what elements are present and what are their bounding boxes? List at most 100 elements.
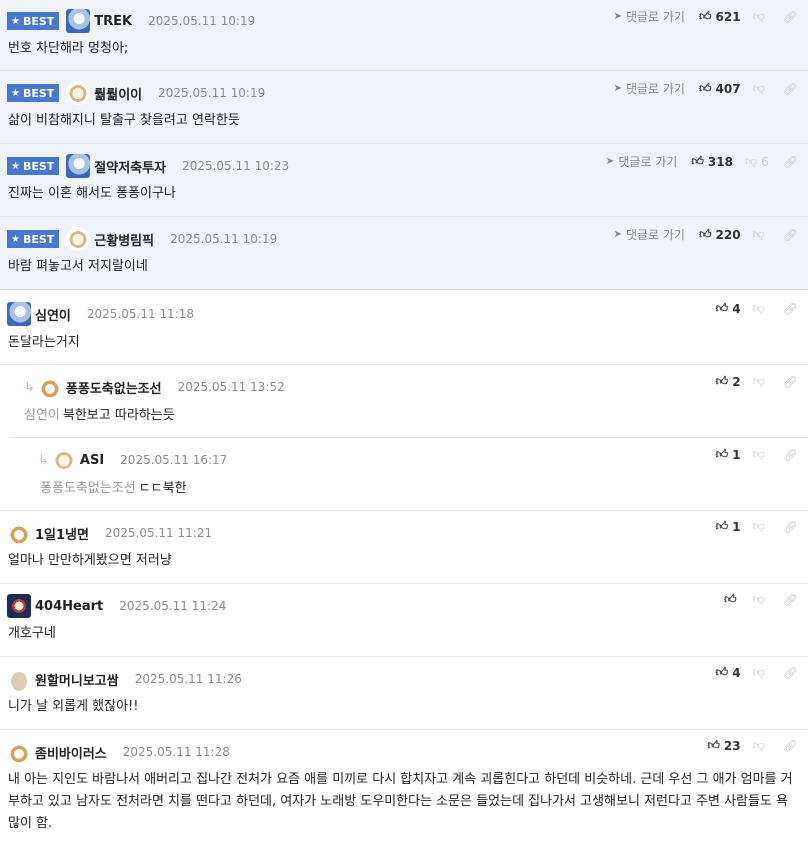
- goto-comment-link[interactable]: ➤ 댓글로 가기: [614, 8, 685, 25]
- avatar[interactable]: [7, 302, 31, 326]
- downvote-button[interactable]: 👎︎: [753, 81, 769, 96]
- link-icon[interactable]: 🔗︎: [783, 739, 798, 753]
- thumbs-up-icon: 👍︎: [715, 665, 729, 679]
- upvote-count: 4: [732, 665, 741, 680]
- best-comment: ★ BEST 근황병림픽 2025.05.11 10:19 바람 펴놓고서 저지랄…: [0, 217, 808, 289]
- avatar[interactable]: [66, 81, 91, 105]
- send-arrow-icon: ➤: [613, 83, 622, 94]
- goto-comment-link[interactable]: ➤ 댓글로 가기: [614, 80, 685, 97]
- thumbs-up-icon: 👍︎: [707, 738, 720, 752]
- upvote-button[interactable]: 👍︎ 1: [716, 447, 741, 462]
- comment-text: 얼마나 만만하게봤으면 저러냥: [8, 553, 172, 568]
- nickname[interactable]: ASI: [80, 453, 104, 468]
- avatar[interactable]: [66, 154, 91, 178]
- nickname[interactable]: 퐁퐁도축없는조선: [66, 378, 162, 397]
- nickname[interactable]: 404Heart: [35, 599, 103, 614]
- comment-date: 2025.05.11 11:26: [134, 672, 242, 686]
- upvote-button[interactable]: 👍︎ 4: [716, 301, 741, 316]
- send-arrow-icon: ➤: [613, 11, 622, 22]
- upvote-button[interactable]: 👍︎ 23: [707, 738, 740, 753]
- downvote-button[interactable]: 👎︎: [753, 738, 769, 753]
- nickname[interactable]: 심연이: [35, 305, 71, 324]
- link-icon[interactable]: 🔗︎: [783, 82, 798, 96]
- mention[interactable]: 심연이: [24, 408, 60, 423]
- star-icon: ★: [11, 233, 20, 245]
- upvote-button[interactable]: 👍︎ 2: [716, 374, 741, 389]
- avatar[interactable]: [51, 448, 76, 472]
- upvote-button[interactable]: 👍︎ 220: [699, 227, 741, 242]
- goto-comment-link[interactable]: ➤ 댓글로 가기: [614, 226, 685, 243]
- downvote-button[interactable]: 👎︎: [753, 227, 769, 242]
- avatar[interactable]: [7, 521, 31, 545]
- link-icon[interactable]: 🔗︎: [783, 375, 798, 389]
- link-icon[interactable]: 🔗︎: [783, 448, 798, 462]
- downvote-button[interactable]: 👎︎: [753, 301, 769, 316]
- avatar[interactable]: [7, 594, 31, 618]
- upvote-button[interactable]: 👍︎ 1: [716, 519, 741, 534]
- comment-text: 삶이 비참해지니 탈출구 찾을려고 연락한듯: [8, 113, 240, 128]
- downvote-button[interactable]: 👎︎: [753, 519, 769, 534]
- link-icon[interactable]: 🔗︎: [783, 10, 798, 24]
- upvote-button[interactable]: 👍︎ 4: [716, 665, 741, 680]
- downvote-button[interactable]: 👎︎: [753, 447, 769, 462]
- mention[interactable]: 퐁퐁도축없는조선: [40, 481, 136, 496]
- goto-label: 댓글로 가기: [625, 82, 685, 96]
- upvote-button[interactable]: 👍︎ 407: [699, 81, 741, 96]
- goto-comment-link[interactable]: ➤ 댓글로 가기: [606, 153, 677, 170]
- best-comment: ★ BEST TREK 2025.05.11 10:19 번호 차단해라 멍청아;…: [0, 0, 808, 71]
- comment-date: 2025.05.11 10:19: [148, 14, 256, 28]
- downvote-button[interactable]: 👎︎: [753, 665, 769, 680]
- comment-text: ㄷㄷ북한: [138, 481, 187, 496]
- comment-text: 진짜는 이혼 해서도 퐁퐁이구나: [8, 186, 176, 201]
- downvote-button[interactable]: 👎︎ 6: [745, 154, 769, 169]
- star-icon: ★: [11, 15, 20, 27]
- reply-arrow-icon: ↳: [38, 452, 49, 468]
- comment-tools: ➤ 댓글로 가기 👍︎ 407 👎︎ 🔗︎: [614, 80, 798, 97]
- downvote-button[interactable]: 👎︎: [753, 592, 769, 607]
- best-badge: ★ BEST: [7, 230, 60, 248]
- nickname[interactable]: 근황병림픽: [94, 230, 154, 249]
- comment-tools: 👍︎ 4 👎︎ 🔗︎: [716, 301, 798, 316]
- avatar[interactable]: [66, 9, 91, 33]
- avatar[interactable]: [37, 375, 62, 399]
- comment-header: ↳ 퐁퐁도축없는조선 2025.05.11 13:52: [24, 375, 285, 399]
- upvote-button[interactable]: 👍︎ 621: [699, 9, 741, 24]
- upvote-count: 220: [715, 227, 741, 242]
- comment: 심연이 2025.05.11 11:18 돈달라는거지 👍︎ 4 👎︎ 🔗︎: [0, 291, 808, 365]
- link-icon[interactable]: 🔗︎: [783, 155, 798, 169]
- avatar[interactable]: [66, 227, 91, 251]
- link-icon[interactable]: 🔗︎: [783, 302, 798, 316]
- comment-date: 2025.05.11 10:23: [182, 159, 290, 173]
- thumbs-up-icon: 👍︎: [698, 227, 712, 241]
- reply-comment: ↳ ASI 2025.05.11 16:17 퐁퐁도축없는조선 ㄷㄷ북한 👍︎ 1 …: [0, 438, 808, 511]
- avatar[interactable]: [7, 740, 31, 764]
- upvote-button[interactable]: 👍︎: [724, 592, 741, 607]
- nickname[interactable]: 뤎뤎이이: [94, 84, 142, 103]
- thumbs-down-icon: 👎︎: [744, 154, 758, 168]
- best-badge: ★ BEST: [7, 84, 60, 102]
- best-divider: [0, 289, 808, 290]
- nickname[interactable]: 1일1냉면: [35, 524, 89, 543]
- upvote-count: 621: [715, 9, 741, 24]
- link-icon[interactable]: 🔗︎: [783, 520, 798, 534]
- comment-tools: ➤ 댓글로 가기 👍︎ 318 👎︎ 6 🔗︎: [606, 153, 798, 170]
- comment-header: ★ BEST TREK 2025.05.11 10:19: [7, 9, 255, 33]
- comment-tools: 👍︎ 4 👎︎ 🔗︎: [716, 665, 798, 680]
- downvote-button[interactable]: 👎︎: [753, 9, 769, 24]
- downvote-button[interactable]: 👎︎: [753, 374, 769, 389]
- nickname[interactable]: 절약저축투자: [94, 157, 166, 176]
- comment-header: 404Heart 2025.05.11 11:24: [7, 594, 226, 618]
- thumbs-down-icon: 👎︎: [752, 738, 765, 752]
- goto-label: 댓글로 가기: [625, 228, 685, 242]
- upvote-button[interactable]: 👍︎ 318: [691, 154, 733, 169]
- comment-text: 바람 펴놓고서 저지랄이네: [8, 259, 148, 274]
- comment-text: 북한보고 따라하는듯: [62, 408, 175, 423]
- upvote-count: 1: [732, 447, 741, 462]
- nickname[interactable]: 원할머니보고쌈: [35, 670, 119, 689]
- avatar[interactable]: [7, 667, 31, 691]
- link-icon[interactable]: 🔗︎: [783, 228, 798, 242]
- link-icon[interactable]: 🔗︎: [783, 593, 798, 607]
- nickname[interactable]: 좀비바이러스: [35, 743, 107, 762]
- link-icon[interactable]: 🔗︎: [783, 666, 798, 680]
- nickname[interactable]: TREK: [94, 14, 132, 29]
